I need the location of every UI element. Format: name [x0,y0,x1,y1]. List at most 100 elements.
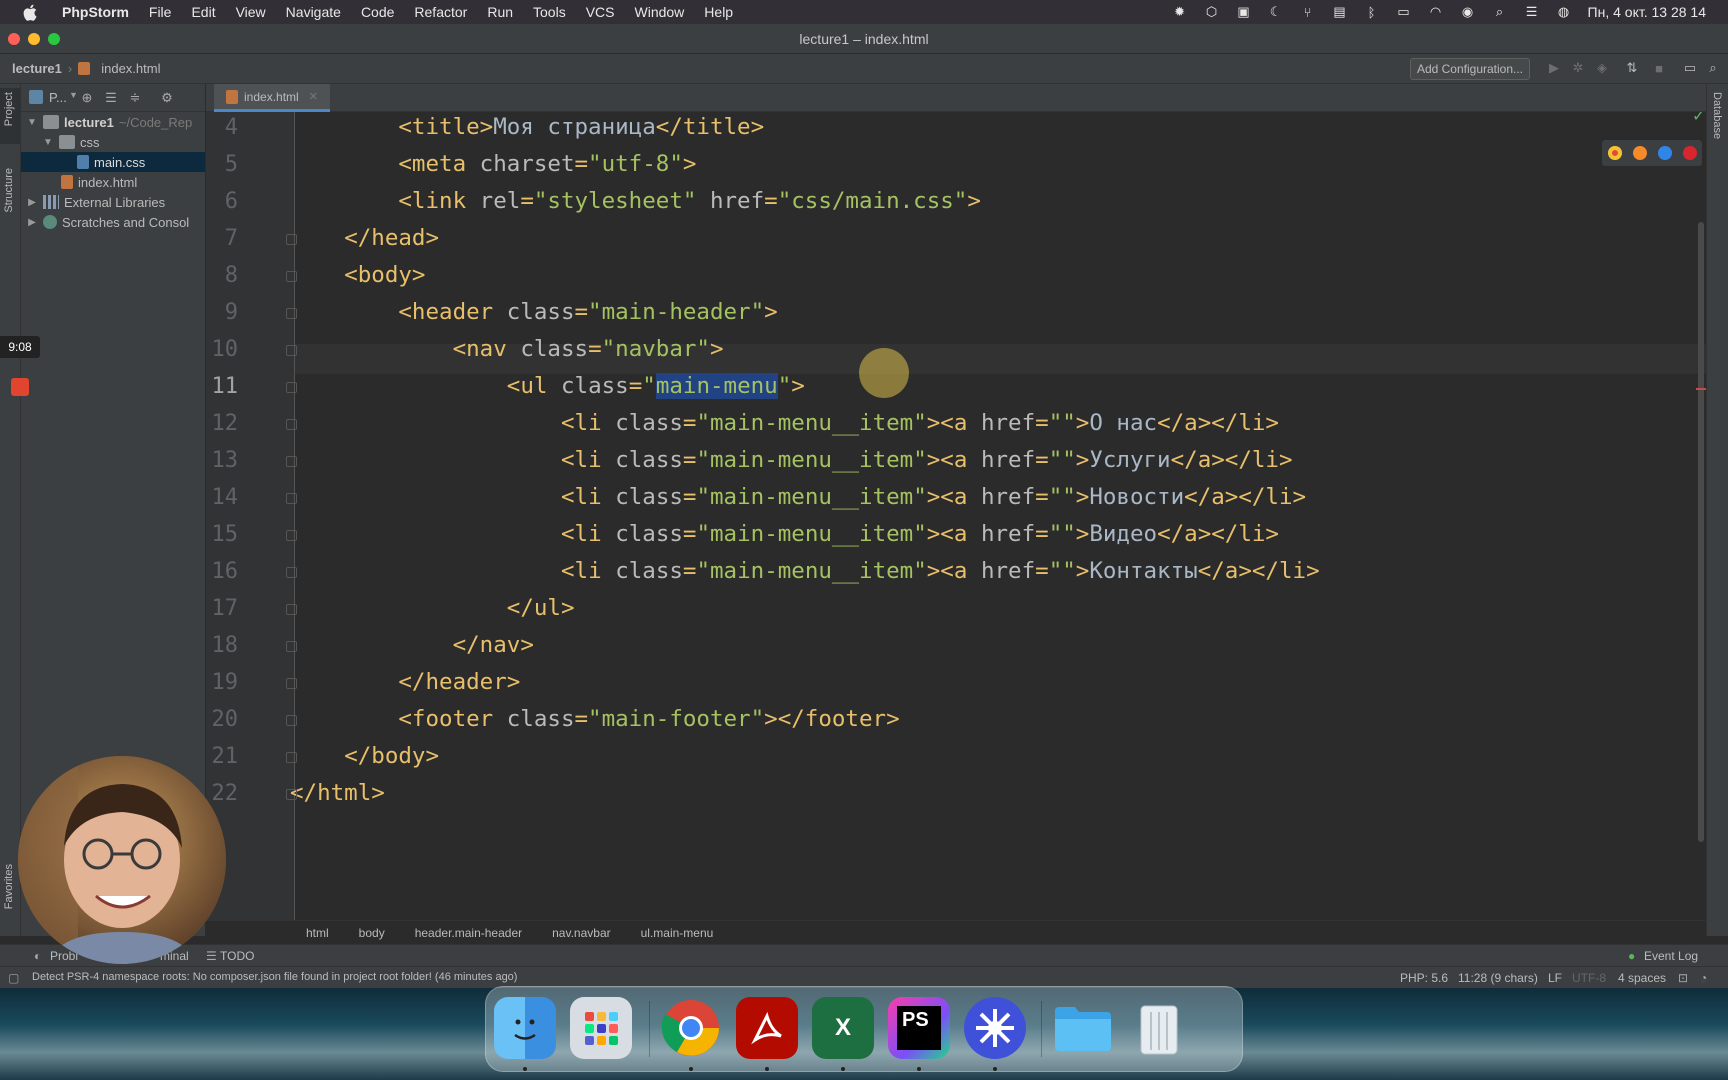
code-line[interactable]: <li class="main-menu__item"><a href="">О… [561,408,1279,438]
collapse-all-icon[interactable]: ≑ [127,90,143,106]
line-number[interactable]: 5 [206,152,238,177]
code-editor[interactable]: 4 <title>Моя страница</title> 5 <meta chars… [206,112,1706,920]
menu-window[interactable]: Window [625,0,695,24]
php-level[interactable]: PHP: 5.6 [1400,971,1448,985]
fold-marker[interactable] [286,234,297,245]
menu-app-name[interactable]: PhpStorm [52,0,139,24]
code-line[interactable]: <li class="main-menu__item"><a href="">Н… [561,482,1306,512]
coverage-icon[interactable]: ◈ [1594,60,1610,76]
nav-project-crumb[interactable]: lecture1 [12,61,62,76]
nav-file-crumb[interactable]: index.html [101,61,160,76]
battery-icon[interactable]: ▭ [1396,4,1412,19]
editor-tab-index-html[interactable]: index.html ✕ [214,84,330,112]
menu-run[interactable]: Run [477,0,523,24]
trash-icon[interactable] [1128,997,1190,1059]
fold-marker[interactable] [286,456,297,467]
fold-marker[interactable] [286,641,297,652]
launchpad-icon[interactable] [570,997,632,1059]
menu-help[interactable]: Help [694,0,743,24]
fold-marker[interactable] [286,382,297,393]
code-line[interactable]: <nav class="navbar"> [453,334,724,364]
chrome-icon[interactable] [660,997,722,1059]
wifi-icon[interactable]: ◠ [1428,4,1444,19]
code-line[interactable]: </ul> [507,593,575,623]
fold-marker[interactable] [286,530,297,541]
lock-icon[interactable]: ⊡ [1678,971,1688,985]
status-toggle-icon[interactable]: ▢ [8,971,19,985]
search-everywhere-icon[interactable]: ⌕ [1705,60,1721,76]
zoom-window-button[interactable] [48,33,60,45]
tree-scratches[interactable]: ▶ Scratches and Consol [21,212,205,232]
line-number[interactable]: 6 [206,189,238,214]
line-number[interactable]: 17 [206,596,239,621]
code-line[interactable]: <header class="main-header"> [398,297,777,327]
menu-view[interactable]: View [226,0,276,24]
line-number[interactable]: 13 [206,448,239,473]
fold-marker[interactable] [286,308,297,319]
fold-marker[interactable] [286,345,297,356]
crumb-nav[interactable]: nav.navbar [552,926,610,940]
error-stripe-marker[interactable] [1696,388,1706,390]
editor-scrollbar[interactable] [1698,222,1704,842]
line-number[interactable]: 19 [206,670,239,695]
fold-marker[interactable] [286,604,297,615]
indent-setting[interactable]: 4 spaces [1618,971,1666,985]
database-tool-tab[interactable]: Database [1711,92,1723,139]
crumb-header[interactable]: header.main-header [415,926,522,940]
stop-icon[interactable]: ■ [1651,60,1667,76]
apple-icon[interactable] [20,2,40,22]
tree-file-index-html[interactable]: index.html [21,172,205,192]
close-window-button[interactable] [8,33,20,45]
fold-marker[interactable] [286,789,297,800]
bitwarden-icon[interactable] [964,997,1026,1059]
fold-marker[interactable] [286,715,297,726]
user-icon[interactable]: ◉ [1460,4,1476,19]
firefox-preview-icon[interactable] [1632,146,1647,160]
fold-marker[interactable] [286,493,297,504]
chrome-preview-icon[interactable] [1607,146,1622,160]
box-icon[interactable]: ⬡ [1204,4,1220,19]
tree-file-main-css[interactable]: main.css [21,152,205,172]
line-number[interactable]: 12 [206,411,239,436]
no-problems-check-icon[interactable]: ✓ [1692,112,1705,126]
fold-marker[interactable] [286,752,297,763]
tree-external-libraries[interactable]: ▶ External Libraries [21,192,205,212]
project-view-selector[interactable]: P... [49,90,67,105]
siri-icon[interactable]: ◍ [1556,4,1572,19]
tree-root-lecture1[interactable]: ▼ lecture1 ~/Code_Rep [21,112,205,132]
line-number[interactable]: 15 [206,522,239,547]
menu-vcs[interactable]: VCS [576,0,625,24]
minimize-window-button[interactable] [28,33,40,45]
code-line[interactable]: </nav> [453,630,534,660]
code-line[interactable]: </body> [344,741,439,771]
build-icon[interactable]: ⇅ [1624,60,1640,76]
menu-clock[interactable]: Пн, 4 окт. 13 28 14 [1588,4,1706,20]
todo-tool-button[interactable]: TODO [220,949,254,963]
crumb-body[interactable]: body [359,926,385,940]
code-line[interactable]: </header> [398,667,520,697]
locate-icon[interactable]: ⊕ [79,90,95,106]
event-log-button[interactable]: Event Log [1644,949,1698,963]
chevron-down-icon[interactable]: ▼ [41,137,55,148]
chevron-down-icon[interactable]: ▼ [69,90,78,100]
menu-refactor[interactable]: Refactor [404,0,477,24]
add-configuration-button[interactable]: Add Configuration... [1410,58,1530,80]
code-line[interactable]: <ul class="main-menu"> [507,371,805,401]
line-number[interactable]: 22 [206,781,239,806]
layout-icon[interactable]: ▭ [1682,60,1698,76]
us-flag-icon[interactable]: ▤ [1332,4,1348,19]
line-number[interactable]: 4 [206,115,238,140]
status-message[interactable]: Detect PSR-4 namespace roots: No compose… [32,971,517,983]
crumb-ul[interactable]: ul.main-menu [641,926,714,940]
code-line[interactable]: <body> [344,260,425,290]
line-number[interactable]: 8 [206,263,238,288]
chevron-down-icon[interactable]: ▼ [25,117,39,128]
code-line[interactable]: <li class="main-menu__item"><a href="">В… [561,519,1279,549]
close-tab-icon[interactable]: ✕ [309,90,318,103]
stop-recording-button[interactable] [11,378,29,396]
menu-edit[interactable]: Edit [181,0,225,24]
control-center-icon[interactable]: ☰ [1524,4,1540,19]
line-number[interactable]: 18 [206,633,239,658]
code-line[interactable]: </html> [290,778,385,808]
menu-file[interactable]: File [139,0,182,24]
